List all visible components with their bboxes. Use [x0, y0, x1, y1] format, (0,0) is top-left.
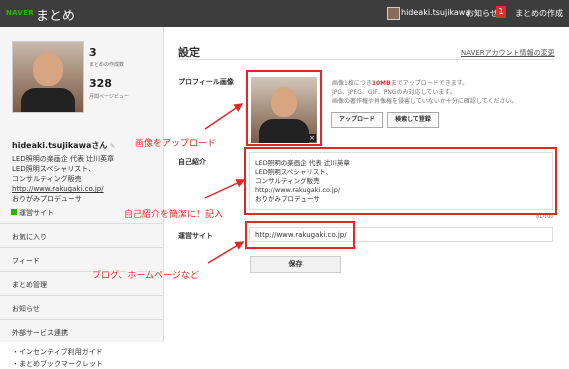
- annotation-arrows: [204, 103, 246, 264]
- bookmarklet-link[interactable]: ・まとめブックマークレット: [12, 359, 103, 369]
- upload-note-annotation: 画像をアップロード: [135, 139, 217, 149]
- incentive-guide-link[interactable]: ・インセンティブ利用ガイド: [12, 347, 103, 357]
- intro-note-annotation: 自己紹介を簡潔に！記入: [124, 210, 224, 220]
- site-note-annotation: ブログ、ホームページなど: [92, 271, 199, 281]
